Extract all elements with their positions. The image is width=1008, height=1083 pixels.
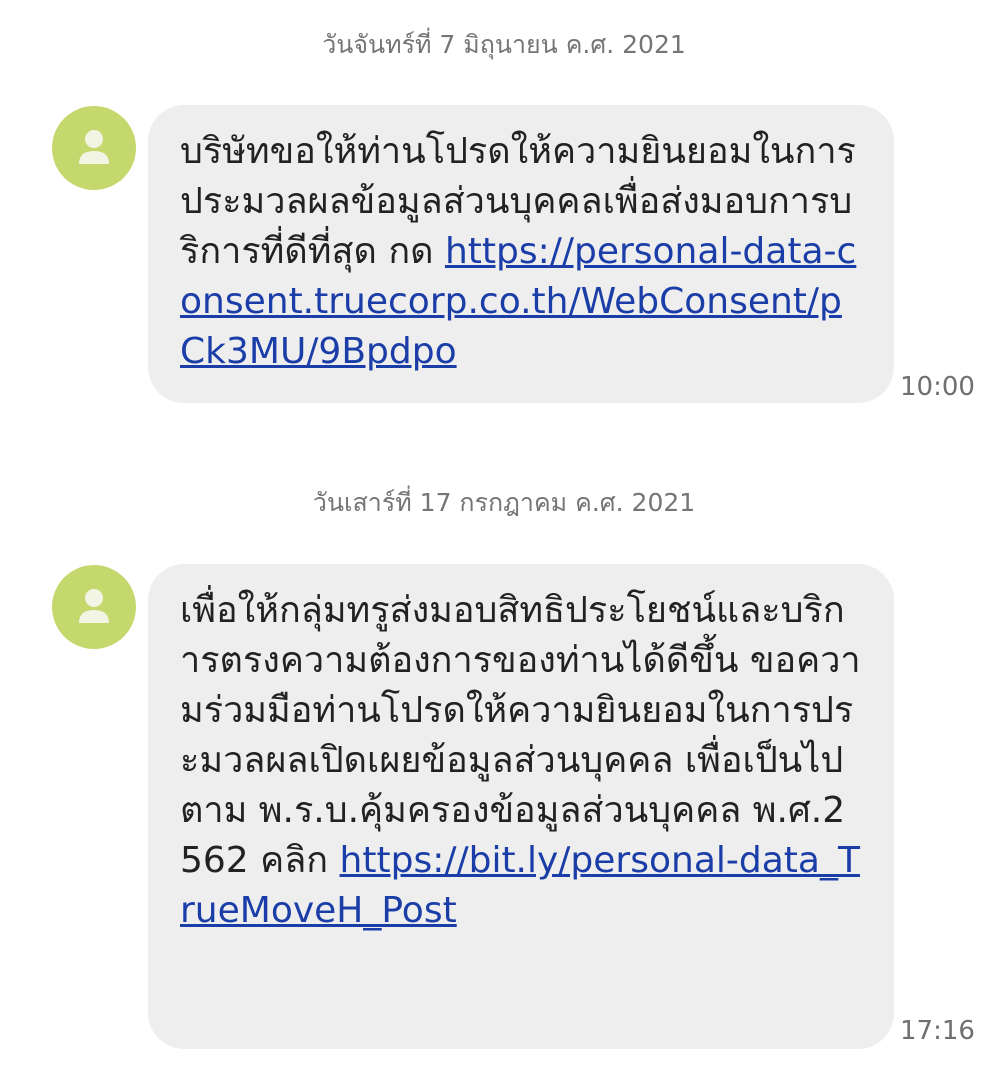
message-bubble[interactable]: บริษัทขอให้ท่านโปรดให้ความยินยอมในการประ…: [148, 105, 894, 403]
message-bubble[interactable]: เพื่อให้กลุ่มทรูส่งมอบสิทธิประโยชน์และบร…: [148, 564, 894, 1049]
message-text: เพื่อให้กลุ่มทรูส่งมอบสิทธิประโยชน์และบร…: [180, 590, 861, 881]
message-thread: วันจันทร์ที่ 7 มิถุนายน ค.ศ. 2021 บริษัท…: [0, 0, 1008, 1083]
person-icon: [79, 589, 109, 623]
date-separator: วันจันทร์ที่ 7 มิถุนายน ค.ศ. 2021: [322, 30, 686, 59]
message-time: 17:16: [900, 1016, 975, 1046]
person-icon: [79, 130, 109, 164]
sender-avatar[interactable]: [52, 106, 136, 190]
message-time: 10:00: [900, 372, 975, 402]
date-separator: วันเสาร์ที่ 17 กรกฎาคม ค.ศ. 2021: [312, 488, 696, 517]
sender-avatar[interactable]: [52, 565, 136, 649]
